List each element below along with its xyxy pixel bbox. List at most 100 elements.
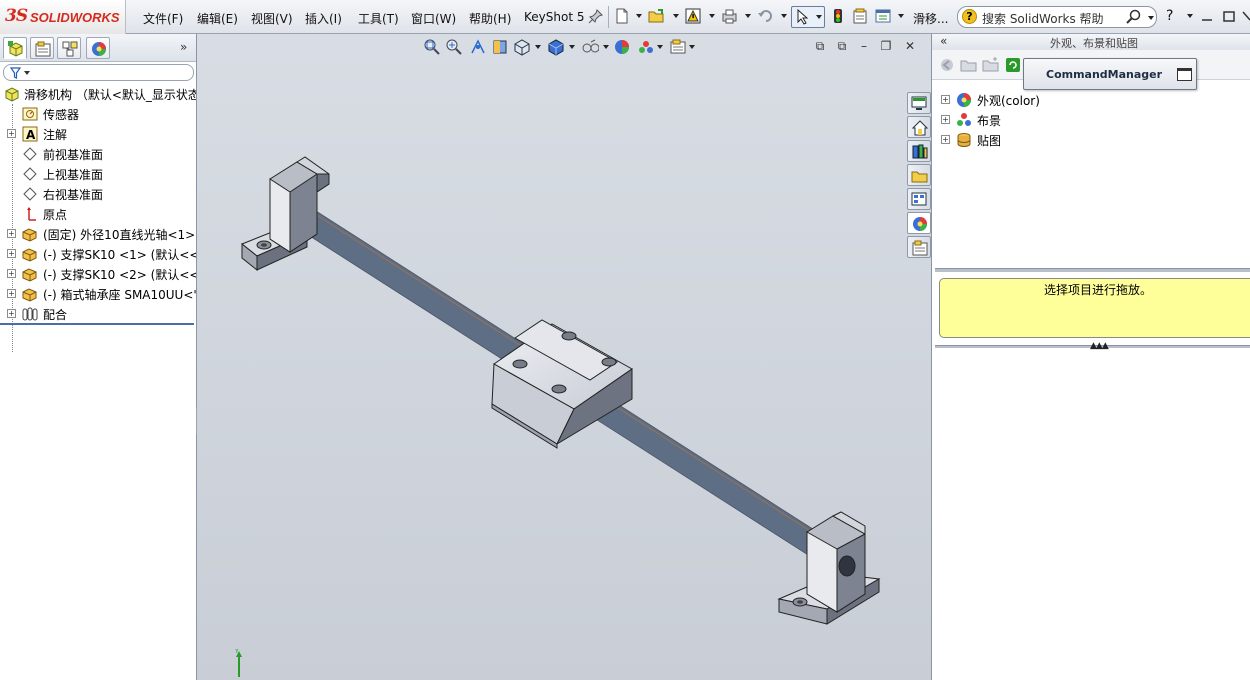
tab-custom-properties[interactable] xyxy=(907,236,931,258)
tree-item-front-plane[interactable]: 前视基准面 xyxy=(0,144,196,164)
options-icon[interactable] xyxy=(875,8,891,24)
add-folder-icon[interactable] xyxy=(960,56,978,74)
custom-properties-icon xyxy=(912,240,928,256)
traffic-light-icon[interactable] xyxy=(830,8,846,24)
menu-edit[interactable]: 编辑(E) xyxy=(197,10,238,27)
undo-dropdown-arrow[interactable] xyxy=(781,14,787,18)
back-icon[interactable] xyxy=(938,56,956,74)
toolbar-separator xyxy=(608,6,609,28)
tree-end-rollback-bar[interactable] xyxy=(0,323,194,325)
tree-item-bearing-block[interactable]: + (-) 箱式轴承座 SMA10UU<' xyxy=(0,284,196,304)
tab-display-manager[interactable] xyxy=(86,37,110,59)
menu-window[interactable]: 窗口(W) xyxy=(411,10,456,27)
menu-view[interactable]: 视图(V) xyxy=(251,10,293,27)
help-search-input[interactable]: ? 搜索 SolidWorks 帮助 xyxy=(957,6,1157,28)
tab-solidworks-resources[interactable] xyxy=(907,92,931,114)
tab-view-palette[interactable] xyxy=(907,188,931,210)
tree-item-scene[interactable]: + 布景 xyxy=(932,110,1250,130)
expand-toggle-icon[interactable]: + xyxy=(7,229,16,238)
rebuild-dropdown-arrow[interactable] xyxy=(709,14,715,18)
tree-item-sensors[interactable]: 传感器 xyxy=(0,104,196,124)
tree-item-support-1[interactable]: + (-) 支撑SK10 <1> (默认<<! xyxy=(0,244,196,264)
expand-toggle-icon[interactable]: + xyxy=(7,289,16,298)
search-icon[interactable] xyxy=(1125,9,1143,25)
tab-feature-tree[interactable] xyxy=(3,37,27,59)
minimize-app-icon[interactable] xyxy=(1200,8,1216,24)
menu-tools[interactable]: 工具(T) xyxy=(358,10,399,27)
origin-icon xyxy=(27,207,36,221)
rebuild-warning-icon[interactable] xyxy=(685,8,701,24)
tab-configuration-manager[interactable] xyxy=(57,37,81,59)
tab-property-manager[interactable] xyxy=(30,37,54,59)
expand-toggle-icon[interactable]: + xyxy=(941,135,950,144)
tab-home[interactable] xyxy=(907,116,931,138)
tab-design-library[interactable] xyxy=(907,140,931,162)
resize-grip-icon[interactable]: ▲▲▲ xyxy=(1090,341,1109,351)
print-dropdown-arrow[interactable] xyxy=(745,14,751,18)
graphics-viewport[interactable]: ⧉ ⧉ – ❐ ✕ Y xyxy=(197,34,931,680)
drag-drop-hint-box: 选择项目进行拖放。 xyxy=(939,278,1250,338)
svg-text:Y: Y xyxy=(234,649,239,655)
appearances-tab-icon xyxy=(913,217,927,231)
help-dropdown-arrow[interactable] xyxy=(1187,14,1193,18)
restore-app-icon[interactable] xyxy=(1222,8,1238,24)
tree-item-label: 原点 xyxy=(43,208,68,222)
help-search-placeholder: 搜索 SolidWorks 帮助 xyxy=(982,12,1104,26)
expand-toggle-icon[interactable]: + xyxy=(7,129,16,138)
menu-insert[interactable]: 插入(I) xyxy=(305,10,342,27)
menu-keyshot[interactable]: KeyShot 5 xyxy=(524,10,584,24)
part-icon xyxy=(22,288,37,302)
feature-tree-filter-input[interactable] xyxy=(3,64,194,81)
refresh-icon[interactable] xyxy=(1004,56,1022,74)
tab-appearances[interactable] xyxy=(907,212,931,234)
annotation-icon: A xyxy=(22,126,38,142)
expand-toggle-icon[interactable]: + xyxy=(941,115,950,124)
part-icon xyxy=(22,248,37,262)
assembly-3d-model[interactable] xyxy=(197,34,931,680)
open-dropdown-arrow[interactable] xyxy=(673,14,679,18)
part-icon xyxy=(22,228,37,242)
pane-divider[interactable] xyxy=(935,268,1250,272)
select-dropdown-arrow[interactable] xyxy=(816,15,822,19)
new-document-icon[interactable] xyxy=(614,8,630,24)
command-manager-tooltip[interactable]: CommandManager xyxy=(1023,58,1197,90)
collapse-pane-chevron-icon[interactable]: « xyxy=(940,34,947,48)
tree-root-assembly[interactable]: 滑移机构 （默认<默认_显示状态 xyxy=(0,84,196,104)
menu-help[interactable]: 帮助(H) xyxy=(469,10,511,27)
pin-icon[interactable] xyxy=(588,8,604,24)
solidworks-logo[interactable]: 3S SOLIDWORKS xyxy=(0,0,126,34)
tab-file-explorer[interactable] xyxy=(907,164,931,186)
close-app-icon[interactable] xyxy=(1242,8,1250,24)
tree-item-annotations[interactable]: + A 注解 xyxy=(0,124,196,144)
open-folder-icon[interactable] xyxy=(648,8,664,24)
tree-item-mates[interactable]: + 配合 xyxy=(0,304,196,324)
tree-item-support-2[interactable]: + (-) 支撑SK10 <2> (默认<<! xyxy=(0,264,196,284)
ds-logo-mark: 3S xyxy=(5,6,28,26)
undo-icon[interactable] xyxy=(757,8,773,24)
left-shaft-support[interactable] xyxy=(241,156,330,272)
appearance-icon xyxy=(957,93,971,107)
property-manager-icon xyxy=(35,41,51,57)
help-button[interactable]: ? xyxy=(1166,8,1173,24)
tree-item-decals[interactable]: + 贴图 xyxy=(932,130,1250,150)
tree-item-shaft[interactable]: + (固定) 外径10直线光轴<1> xyxy=(0,224,196,244)
expand-toggle-icon[interactable]: + xyxy=(941,95,950,104)
search-dropdown-arrow[interactable] xyxy=(1148,16,1154,20)
select-tool-button[interactable] xyxy=(791,6,825,28)
tree-item-top-plane[interactable]: 上视基准面 xyxy=(0,164,196,184)
new-folder-icon[interactable] xyxy=(982,56,1000,74)
expand-toggle-icon[interactable]: + xyxy=(7,269,16,278)
expand-panel-chevron-icon[interactable]: » xyxy=(180,40,187,54)
tree-item-right-plane[interactable]: 右视基准面 xyxy=(0,184,196,204)
expand-toggle-icon[interactable]: + xyxy=(7,309,16,318)
file-properties-icon[interactable] xyxy=(852,8,868,24)
menu-file[interactable]: 文件(F) xyxy=(143,10,183,27)
home-icon xyxy=(911,120,929,136)
tree-item-appearance[interactable]: + 外观(color) xyxy=(932,90,1250,110)
options-dropdown-arrow[interactable] xyxy=(898,14,904,18)
expand-toggle-icon[interactable]: + xyxy=(7,249,16,258)
tree-root-label: 滑移机构 （默认<默认_显示状态 xyxy=(24,88,196,102)
print-icon[interactable] xyxy=(721,8,737,24)
tree-item-origin[interactable]: 原点 xyxy=(0,204,196,224)
new-dropdown-arrow[interactable] xyxy=(636,14,642,18)
